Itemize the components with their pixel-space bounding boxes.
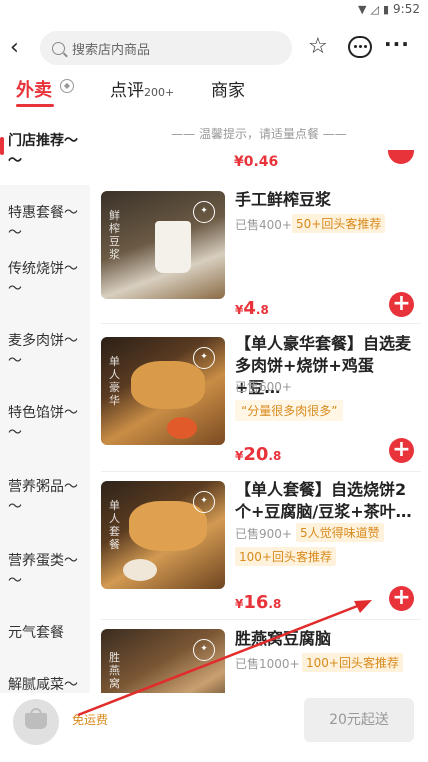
search-icon [52,41,65,55]
store-header: ‹ 搜索店内商品 ☆ ··· [0,28,428,68]
sidebar-item-porridge[interactable]: 营养粥品～～ [8,477,88,517]
product-image-caption: 单人套餐 [109,499,120,551]
product-list: —— 温馨提示，请适量点餐 —— ¥0.46 鲜榨豆浆 ✦ 手工鲜榨豆浆 已售4… [90,125,428,693]
item-divider [101,323,421,324]
battery-icon: ▮ [382,2,390,16]
price-integer: 4 [243,298,256,319]
tab-reviews-count: 200+ [144,86,175,99]
sidebar-item-meat-pie[interactable]: 麦多肉饼～～ [8,331,88,371]
product-name: 手工鲜榨豆浆 [235,190,332,209]
product-sold-count: 已售600+ [235,380,292,394]
product-price: ¥20.8 [235,444,281,465]
product-sold-count: 已售400+ [235,218,292,232]
price-decimal: .8 [255,303,269,317]
partial-add-button[interactable] [388,150,414,164]
tab-reviews[interactable]: 点评200+ [110,76,174,101]
sidebar-item-traditional-shaobing[interactable]: 传统烧饼～～ [8,259,88,299]
chat-icon[interactable] [348,36,372,58]
product-tag: 50+回头客推荐 [292,214,386,233]
brand-stamp-icon: ✦ [193,201,215,223]
product-image-caption: 单人豪华 [109,355,120,407]
tip-text: —— 温馨提示，请适量点餐 —— [171,127,347,141]
cart-button[interactable] [13,699,59,745]
item-divider [101,619,421,620]
free-shipping-label: 免运费 [72,713,109,727]
add-to-cart-button[interactable]: + [389,438,414,463]
add-to-cart-button[interactable]: + [389,586,414,611]
status-time: 9:52 [393,2,420,16]
status-icons: ▼ ◿ ▮ 9:52 [358,2,420,16]
tab-active-underline [16,104,54,107]
signal-icon: ◿ [370,2,379,16]
cart-bar: 免运费 20元起送 [0,693,428,748]
category-sidebar: 门店推荐～～ 特惠套餐～～ 传统烧饼～～ 麦多肉饼～～ 特色馅饼～～ 营养粥品～… [0,125,90,693]
product-image: 单人豪华 ✦ [101,337,225,445]
tab-reviews-label: 点评 [110,81,144,101]
partial-item-price: ¥0.46 [234,154,279,170]
status-bar: ▼ ◿ ▮ 9:52 [0,0,428,22]
product-tag: 100+回头客推荐 [302,653,403,672]
product-price: ¥4.8 [235,298,269,319]
product-tag: 5人觉得味道赞 [296,523,384,542]
sidebar-active-indicator [0,137,4,155]
wifi-icon: ▼ [358,2,367,16]
store-tabs: 外卖 ◆ 点评200+ 商家 [0,70,428,110]
more-icon[interactable]: ··· [384,32,410,56]
sidebar-item-special-combo[interactable]: 特惠套餐～～ [8,203,88,243]
product-image-caption: 鲜榨豆浆 [109,209,120,261]
sidebar-item-energy-combo[interactable]: 元气套餐 [8,623,88,643]
product-image-caption: 胜燕窝 [109,651,120,690]
sidebar-item-filled-pie[interactable]: 特色馅饼～～ [8,403,88,443]
price-decimal: .8 [268,597,282,611]
product-image: 鲜榨豆浆 ✦ [101,191,225,299]
brand-stamp-icon: ✦ [193,639,215,661]
search-input[interactable]: 搜索店内商品 [40,31,292,65]
tab-merchant[interactable]: 商家 [211,76,245,101]
product-name: 胜燕窝豆腐脑 [235,629,332,648]
brand-stamp-icon: ✦ [193,347,215,369]
product-tag: 100+回头客推荐 [235,547,336,566]
meat-pie-shape [131,361,205,409]
tab-badge-icon: ◆ [60,79,74,93]
favorite-star-icon[interactable]: ☆ [308,34,328,59]
item-divider [101,471,421,472]
price-decimal: .8 [268,449,282,463]
tofu-pudding-shape [123,559,157,581]
price-integer: 20 [243,444,269,465]
product-price: ¥16.8 [235,592,281,613]
sidebar-item-pickles[interactable]: 解腻咸菜～ [8,675,88,693]
product-review-quote: “分量很多肉很多” [235,400,344,421]
brand-stamp-icon: ✦ [193,491,215,513]
sidebar-item-store-recommend[interactable]: 门店推荐～～ [8,131,88,171]
soymilk-glass-shape [155,221,191,273]
product-image: 单人套餐 ✦ [101,481,225,589]
product-sold-count: 已售900+ [235,527,292,541]
product-sold-count: 已售1000+ [235,657,300,671]
tab-takeout[interactable]: 外卖 [16,76,52,102]
shopping-bag-icon [25,713,47,729]
sidebar-item-eggs[interactable]: 营养蛋类～～ [8,551,88,591]
product-image: 胜燕窝 ✦ [101,629,225,693]
search-placeholder: 搜索店内商品 [72,42,151,58]
add-to-cart-button[interactable]: + [389,292,414,317]
kimchi-shape [167,417,197,439]
product-name: 【单人套餐】自选烧饼2个+豆腐脑/豆浆+茶叶… [235,480,412,521]
back-icon[interactable]: ‹ [10,34,36,62]
checkout-button[interactable]: 20元起送 [304,698,414,742]
price-integer: 16 [243,592,269,613]
